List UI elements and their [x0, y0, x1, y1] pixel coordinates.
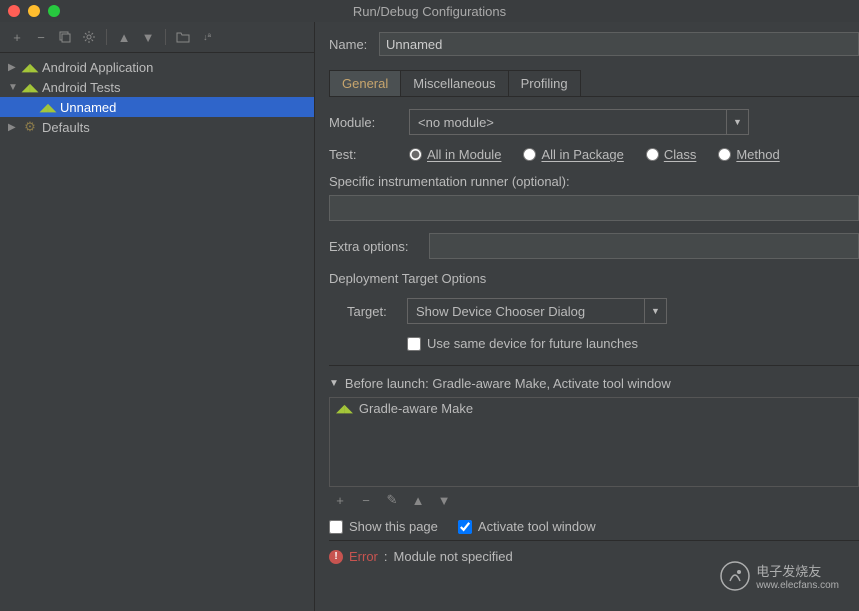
tree-label: Android Application [42, 60, 153, 75]
move-down-button[interactable]: ▼ [435, 491, 453, 509]
gradle-icon: ◢◣ [336, 402, 353, 415]
name-input[interactable] [379, 32, 859, 56]
show-page-checkbox[interactable]: Show this page [329, 519, 438, 534]
same-device-label: Use same device for future launches [427, 336, 638, 351]
before-launch-list: ◢◣ Gradle-aware Make [329, 397, 859, 487]
tab-miscellaneous[interactable]: Miscellaneous [400, 70, 508, 96]
config-tree: ▶ ◢◣ Android Application ▼ ◢◣ Android Te… [0, 53, 314, 611]
same-device-checkbox[interactable]: Use same device for future launches [407, 336, 859, 351]
target-combo[interactable]: Show Device Chooser Dialog ▼ [407, 298, 667, 324]
target-value: Show Device Chooser Dialog [416, 304, 585, 319]
activate-label: Activate tool window [478, 519, 596, 534]
chevron-down-icon: ▼ [726, 110, 748, 134]
list-item[interactable]: ◢◣ Gradle-aware Make [330, 398, 858, 419]
move-up-button[interactable]: ▲ [115, 28, 133, 46]
tree-label: Unnamed [60, 100, 116, 115]
copy-config-button[interactable] [56, 28, 74, 46]
add-task-button[interactable]: + [331, 491, 349, 509]
remove-config-button[interactable]: − [32, 28, 50, 46]
window-title: Run/Debug Configurations [0, 4, 859, 19]
before-launch-label: Before launch: Gradle-aware Make, Activa… [345, 376, 671, 391]
deploy-title: Deployment Target Options [329, 271, 859, 286]
tree-item-android-tests[interactable]: ▼ ◢◣ Android Tests [0, 77, 314, 97]
android-icon: ◢◣ [22, 79, 38, 95]
extra-options-input[interactable] [429, 233, 859, 259]
move-down-button[interactable]: ▼ [139, 28, 157, 46]
name-label: Name: [329, 37, 379, 52]
radio-class[interactable]: Class [646, 147, 697, 162]
tab-profiling[interactable]: Profiling [508, 70, 581, 96]
before-launch-header[interactable]: ▼ Before launch: Gradle-aware Make, Acti… [329, 376, 859, 391]
activate-window-checkbox[interactable]: Activate tool window [458, 519, 596, 534]
error-label: Error [349, 549, 378, 564]
radio-all-package[interactable]: All in Package [523, 147, 623, 162]
watermark-text: 电子发烧友 [756, 561, 839, 580]
test-scope-group: All in Module All in Package Class Metho… [409, 147, 780, 162]
module-combo[interactable]: <no module> ▼ [409, 109, 749, 135]
tree-label: Android Tests [42, 80, 121, 95]
tree-item-android-app[interactable]: ▶ ◢◣ Android Application [0, 57, 314, 77]
watermark: 电子发烧友 www.elecfans.com [720, 561, 839, 591]
sidebar: + − ▲ ▼ ↓ª ▶ ◢◣ Android Application ▼ ◢◣… [0, 22, 315, 611]
before-launch-toolbar: + − ✎ ▲ ▼ [329, 487, 859, 513]
edit-task-button[interactable]: ✎ [383, 491, 401, 509]
config-toolbar: + − ▲ ▼ ↓ª [0, 22, 314, 53]
title-bar: Run/Debug Configurations [0, 0, 859, 22]
target-label: Target: [347, 304, 407, 319]
gear-icon: ⚙ [22, 119, 38, 135]
expand-icon: ▶ [8, 122, 22, 133]
move-up-button[interactable]: ▲ [409, 491, 427, 509]
module-value: <no module> [418, 115, 494, 130]
radio-method[interactable]: Method [718, 147, 779, 162]
collapse-icon: ▼ [8, 82, 22, 93]
module-label: Module: [329, 115, 409, 130]
chevron-down-icon: ▼ [644, 299, 666, 323]
expand-icon: ▶ [8, 62, 22, 73]
tab-general[interactable]: General [329, 70, 401, 96]
tree-label: Defaults [42, 120, 90, 135]
radio-all-module[interactable]: All in Module [409, 147, 501, 162]
list-item-label: Gradle-aware Make [359, 401, 473, 416]
tab-bar: General Miscellaneous Profiling [329, 70, 859, 97]
collapse-icon: ▼ [329, 378, 339, 389]
android-icon: ◢◣ [22, 59, 38, 75]
settings-button[interactable] [80, 28, 98, 46]
remove-task-button[interactable]: − [357, 491, 375, 509]
folder-button[interactable] [174, 28, 192, 46]
sort-button[interactable]: ↓ª [198, 28, 216, 46]
runner-input[interactable] [329, 195, 859, 221]
tree-item-defaults[interactable]: ▶ ⚙ Defaults [0, 117, 314, 137]
error-message: Module not specified [394, 549, 513, 564]
add-config-button[interactable]: + [8, 28, 26, 46]
show-page-label: Show this page [349, 519, 438, 534]
android-icon: ◢◣ [40, 99, 56, 115]
extra-label: Extra options: [329, 239, 429, 254]
watermark-url: www.elecfans.com [756, 580, 839, 591]
tree-item-unnamed[interactable]: ◢◣ Unnamed [0, 97, 314, 117]
detail-panel: Name: General Miscellaneous Profiling Mo… [315, 22, 859, 611]
error-icon: ! [329, 550, 343, 564]
test-label: Test: [329, 147, 409, 162]
runner-label: Specific instrumentation runner (optiona… [329, 174, 859, 189]
